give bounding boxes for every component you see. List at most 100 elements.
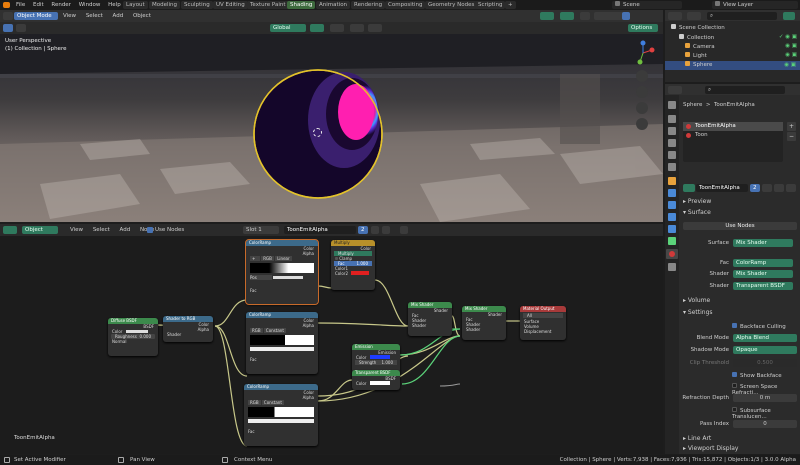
transform-orientation-dropdown[interactable]: Global [270,24,306,32]
color-swatch[interactable] [370,381,391,385]
interpolation-dropdown[interactable]: Constant [261,400,284,405]
transparent-bsdf-node[interactable]: Transparent BSDF BSDF Color [352,370,400,390]
overlays-icon[interactable] [560,12,574,20]
color-mode-dropdown[interactable]: RGB [250,328,263,333]
volume-panel-header[interactable]: ▸ Volume [683,297,710,304]
color-swatch[interactable] [126,330,149,333]
navigation-gizmo[interactable] [630,40,656,66]
material-name-field[interactable]: ToonEmitAlpha [284,226,356,234]
tab-compositing[interactable]: Compositing [385,1,426,9]
object-mode-dropdown[interactable]: Object Mode [14,12,58,20]
constraints-tab-icon[interactable] [668,225,676,233]
material-slot-item[interactable]: Toon [683,131,783,140]
strength-field[interactable]: Strength 1.000 [355,360,397,365]
subsurface-row[interactable]: Subsurface Translucen... [732,407,800,420]
material-users-badge[interactable]: 2 [750,184,760,192]
tool-tab-icon[interactable] [668,101,676,109]
camera-view-icon[interactable] [636,102,648,114]
color-ramp-node-1[interactable]: ColorRamp Color Alpha + RGB Linear Pos F… [245,239,319,305]
use-nodes-checkbox[interactable] [147,227,153,233]
blender-logo-icon[interactable] [3,2,10,8]
fake-user-icon[interactable] [762,184,772,192]
mix-shader-node-2[interactable]: Mix Shader Shader Fac Shader Shader [462,306,506,340]
physics-tab-icon[interactable] [668,213,676,221]
unlink-icon[interactable] [382,226,390,234]
menu-render[interactable]: Render [51,1,71,9]
tab-scripting[interactable]: Scripting [475,1,506,9]
node-menu-add[interactable]: Add [120,227,131,233]
stop-color-swatch[interactable] [250,347,314,351]
editor-type-icon[interactable] [3,12,13,20]
color-ramp-gradient[interactable] [250,335,314,345]
shader-to-rgb-node[interactable]: Shader to RGB Color Alpha Shader [163,316,213,342]
color-mode-dropdown[interactable]: RGB [248,400,261,405]
shader2-input-field[interactable]: Transparent BSDF [733,282,793,290]
clamp-checkbox[interactable] [335,257,338,260]
modifier-tab-icon[interactable] [668,189,676,197]
options-dropdown[interactable]: Options [628,24,658,32]
3d-cursor-icon[interactable] [313,128,322,137]
particles-tab-icon[interactable] [668,201,676,209]
zoom-icon[interactable] [636,70,648,82]
texture-tab-icon[interactable] [668,263,676,271]
browse-material-icon[interactable] [683,184,695,192]
properties-editor-type-icon[interactable] [668,86,682,94]
settings-panel-header[interactable]: ▾ Settings [683,309,713,316]
tab-animation[interactable]: Animation [316,1,351,9]
mix-shader-node-1[interactable]: Mix Shader Shader Fac Shader Shader [408,302,452,336]
material-tab-icon[interactable] [666,249,678,259]
viewport-menu-select[interactable]: Select [86,13,103,19]
color-ramp-gradient[interactable] [250,263,314,273]
proportional-edit-icon[interactable] [350,24,364,32]
material-datablock-field[interactable]: ToonEmitAlpha [696,184,748,192]
fake-user-icon[interactable] [371,226,379,234]
visibility-toggles[interactable]: ◉ ▣ [785,52,797,58]
shader1-input-field[interactable]: Mix Shader [733,270,793,278]
shader-type-dropdown[interactable]: Object [22,226,58,234]
scene-selector[interactable]: Scene [612,1,682,9]
color-mode-dropdown[interactable]: RGB [261,256,274,261]
backface-culling-row[interactable]: Backface Culling [732,323,786,330]
node-editor-type-icon[interactable] [3,226,17,234]
color-ramp-gradient[interactable] [248,407,314,417]
data-tab-icon[interactable] [668,237,676,245]
filter-icon[interactable] [783,12,795,20]
node-canvas[interactable]: Diffuse BSDF BSDF Color Roughness 0.000 … [0,236,663,454]
viewport-display-panel-header[interactable]: ▸ Viewport Display [683,445,738,452]
view-layer-selector[interactable]: View Layer [712,1,798,9]
tab-sculpting[interactable]: Sculpting [181,1,213,9]
view-layer-tab-icon[interactable] [668,139,676,147]
target-dropdown[interactable]: All [523,313,563,318]
pass-index-field[interactable]: 0 [733,420,797,428]
world-tab-icon[interactable] [668,163,676,171]
remove-slot-button[interactable]: − [787,132,796,141]
interpolation-dropdown[interactable]: Constant [263,328,286,333]
collection-row[interactable]: Collection ✓ ◉ ▣ [679,34,797,41]
pan-hand-icon[interactable] [636,86,648,98]
material-slot-item[interactable]: ToonEmitAlpha [683,122,783,131]
clip-threshold-field[interactable]: 0.500 [733,359,797,367]
outliner-item-camera[interactable]: Camera ◉ ▣ [685,43,797,50]
menu-edit[interactable]: Edit [33,1,44,9]
backface-culling-checkbox[interactable] [732,323,737,328]
scene-collection-row[interactable]: Scene Collection [671,24,725,31]
unlink-icon[interactable] [786,184,796,192]
outliner-item-light[interactable]: Light ◉ ▣ [685,52,797,59]
pivot-icon[interactable] [310,24,324,32]
stop-color-swatch[interactable] [248,419,314,423]
tab-uv-editing[interactable]: UV Editing [213,1,248,9]
tab-geometry-nodes[interactable]: Geometry Nodes [425,1,478,9]
select-mode-icon[interactable] [16,24,26,32]
render-tab-icon[interactable] [668,115,676,123]
ssr-checkbox[interactable] [732,383,737,388]
shadow-mode-dropdown[interactable]: Opaque [733,346,797,354]
use-nodes-button[interactable]: Use Nodes [683,222,797,230]
color-swatch[interactable] [370,355,391,359]
slot-dropdown[interactable]: Slot 1 [243,226,279,234]
stop-color-swatch[interactable] [273,276,304,279]
pin-icon[interactable] [400,226,408,234]
tab-modeling[interactable]: Modeling [149,1,181,9]
viewport-menu-object[interactable]: Object [133,13,151,19]
material-users-count[interactable]: 2 [358,226,368,234]
add-workspace-button[interactable]: + [505,1,516,9]
